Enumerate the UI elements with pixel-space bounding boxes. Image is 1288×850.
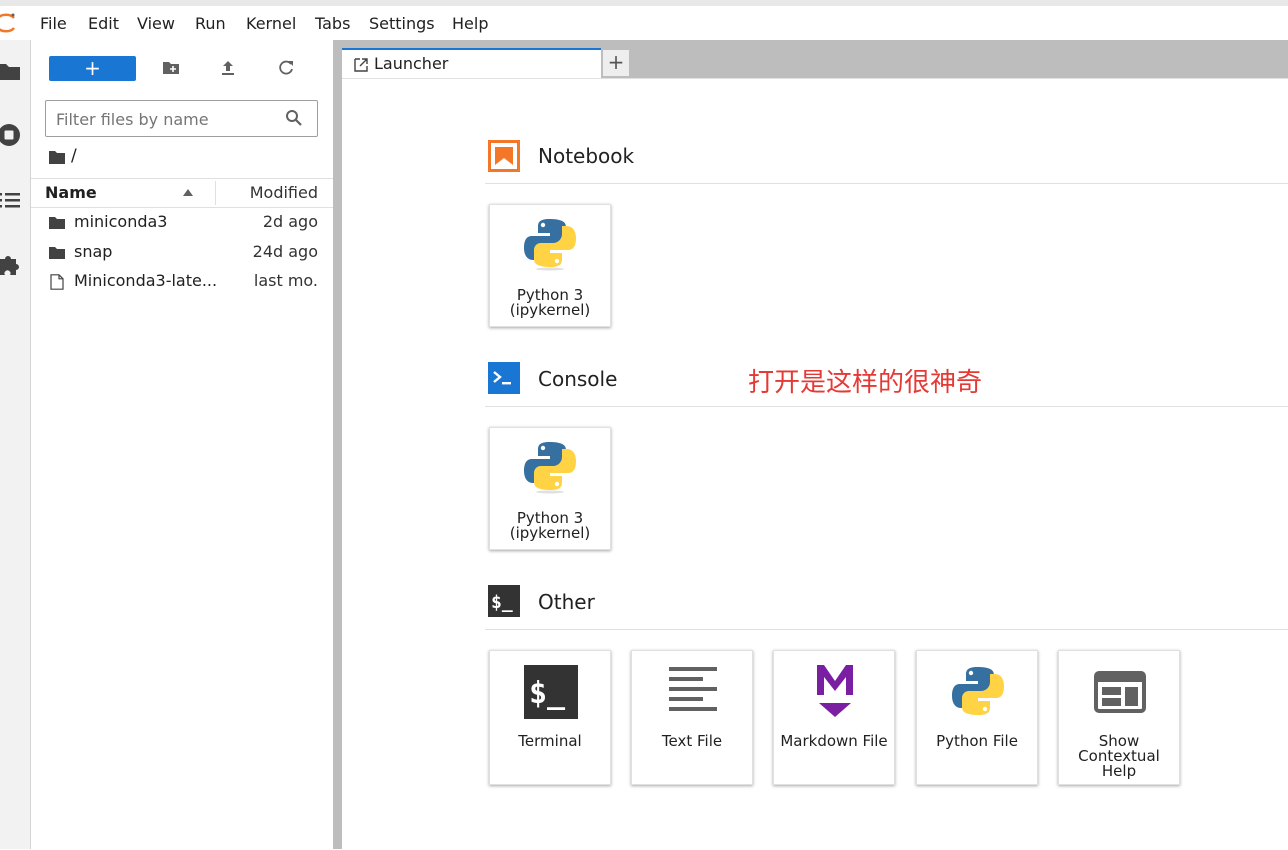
panel-splitter[interactable] xyxy=(333,40,342,849)
file-name: Miniconda3-late... xyxy=(74,271,218,290)
notebook-section-icon xyxy=(488,140,520,172)
section-title-console: Console xyxy=(538,367,618,391)
filter-files-field xyxy=(45,100,318,137)
launcher-card-console-python3[interactable]: Python 3 (ipykernel) xyxy=(489,427,611,550)
sort-ascending-icon xyxy=(183,189,193,196)
section-title-notebook: Notebook xyxy=(538,144,635,168)
file-modified: 2d ago xyxy=(262,212,318,231)
folder-icon xyxy=(49,217,65,229)
menubar: File Edit View Run Kernel Tabs Settings … xyxy=(0,6,1288,40)
column-name[interactable]: Name xyxy=(45,183,97,202)
menu-run[interactable]: Run xyxy=(195,14,226,33)
file-modified: last mo. xyxy=(253,271,318,290)
launcher-card-text-file[interactable]: Text File xyxy=(631,650,753,785)
menu-settings[interactable]: Settings xyxy=(369,14,435,33)
launcher-panel: Notebook Python 3 (ipykernel) Console 打开… xyxy=(342,78,1288,850)
file-row[interactable]: miniconda3 2d ago xyxy=(31,208,333,237)
tab-launcher[interactable]: Launcher xyxy=(342,48,601,78)
launcher-icon xyxy=(354,58,368,72)
card-label-line2: (ipykernel) xyxy=(509,301,591,319)
left-sidebar-rail xyxy=(0,40,31,849)
card-label: Python File xyxy=(936,732,1018,750)
upload-icon[interactable] xyxy=(218,58,238,78)
launcher-card-markdown-file[interactable]: Markdown File xyxy=(773,650,895,785)
other-section-icon: $_ xyxy=(488,585,520,617)
section-divider xyxy=(485,629,1288,630)
tab-label: Launcher xyxy=(374,54,449,73)
launcher-card-contextual-help[interactable]: Show Contextual Help xyxy=(1058,650,1180,785)
menu-view[interactable]: View xyxy=(137,14,175,33)
running-kernels-icon[interactable] xyxy=(0,122,22,148)
annotation-text: 打开是这样的很神奇 xyxy=(748,368,983,398)
breadcrumb-folder-icon[interactable] xyxy=(49,150,65,164)
console-section-icon xyxy=(488,362,520,394)
jupyter-logo-icon xyxy=(0,13,15,33)
markdown-icon xyxy=(817,665,853,717)
launcher-card-terminal[interactable]: $_ Terminal xyxy=(489,650,611,785)
file-browser-panel: + / Name Modified miniconda3 2d ag xyxy=(31,40,333,849)
svg-text:$_: $_ xyxy=(529,676,566,711)
terminal-icon: $_ xyxy=(524,665,578,719)
python-logo-icon xyxy=(524,442,576,494)
folder-icon[interactable] xyxy=(0,58,22,84)
card-label: Text File xyxy=(661,732,723,750)
launcher-card-python-file[interactable]: Python File xyxy=(916,650,1038,785)
file-row[interactable]: Miniconda3-late... last mo. xyxy=(31,267,333,296)
file-modified: 24d ago xyxy=(252,242,318,261)
card-label-line2: (ipykernel) xyxy=(509,524,591,542)
menu-kernel[interactable]: Kernel xyxy=(246,14,296,33)
text-file-icon xyxy=(669,667,717,711)
contextual-help-icon xyxy=(1094,671,1146,713)
section-divider xyxy=(485,183,1288,184)
tab-bar: Launcher + xyxy=(342,40,1288,78)
column-separator xyxy=(215,181,216,205)
card-label: Markdown File xyxy=(780,732,888,750)
folder-icon xyxy=(49,247,65,259)
section-title-other: Other xyxy=(538,590,595,614)
svg-text:$_: $_ xyxy=(491,592,513,613)
menu-help[interactable]: Help xyxy=(452,14,488,33)
extensions-puzzle-icon[interactable] xyxy=(0,251,22,277)
filter-files-input[interactable] xyxy=(54,107,278,131)
table-of-contents-icon[interactable] xyxy=(0,187,22,213)
file-list-header: Name Modified xyxy=(31,178,333,208)
file-row[interactable]: snap 24d ago xyxy=(31,238,333,267)
new-folder-icon[interactable] xyxy=(161,58,181,78)
section-divider xyxy=(485,406,1288,407)
card-label-line3: Help xyxy=(1101,762,1137,780)
column-modified[interactable]: Modified xyxy=(250,183,318,202)
menu-file[interactable]: File xyxy=(40,14,67,33)
refresh-icon[interactable] xyxy=(276,58,296,78)
search-icon xyxy=(286,110,302,126)
add-tab-button[interactable]: + xyxy=(602,49,630,77)
file-name: miniconda3 xyxy=(74,212,168,231)
launcher-card-notebook-python3[interactable]: Python 3 (ipykernel) xyxy=(489,204,611,327)
menu-tabs[interactable]: Tabs xyxy=(315,14,350,33)
python-logo-icon xyxy=(524,219,576,271)
file-name: snap xyxy=(74,242,113,261)
python-logo-icon xyxy=(952,667,1004,715)
menu-edit[interactable]: Edit xyxy=(88,14,119,33)
file-icon xyxy=(50,274,64,290)
card-label: Terminal xyxy=(518,732,582,750)
breadcrumb-root[interactable]: / xyxy=(71,146,77,166)
new-launcher-button[interactable]: + xyxy=(49,56,136,81)
